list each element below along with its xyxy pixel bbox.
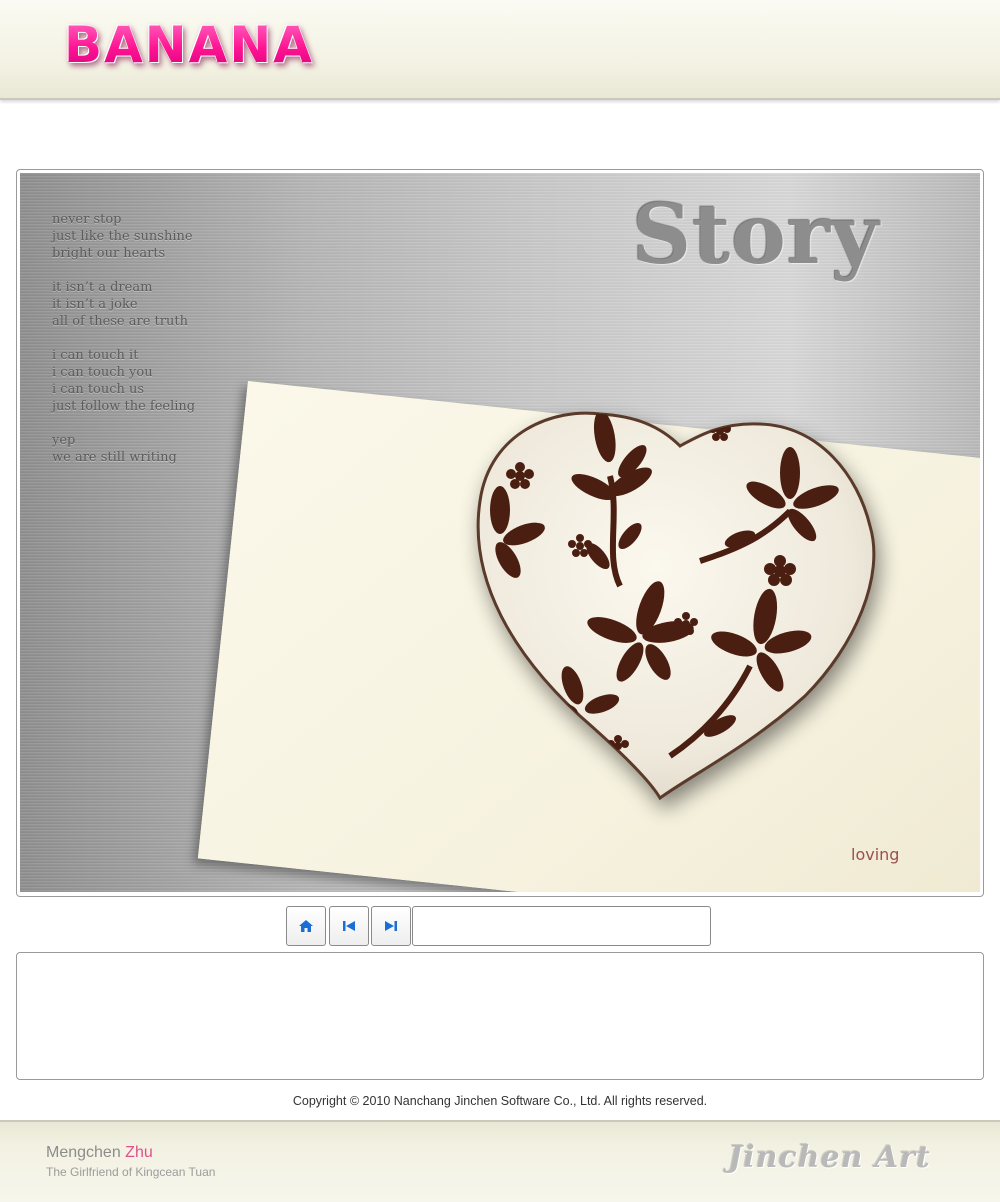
next-button[interactable]	[371, 906, 411, 946]
heart-cake-image	[460, 406, 880, 806]
footer-bar: Mengchen Zhu The Girlfriend of Kingcean …	[0, 1120, 1000, 1202]
slide-caption-field[interactable]	[412, 906, 711, 946]
poem-line: it isn’t a joke	[52, 297, 138, 312]
poem-line: it isn’t a dream	[52, 280, 153, 295]
home-button[interactable]	[286, 906, 326, 946]
author-last-name: Zhu	[125, 1144, 153, 1161]
skip-previous-icon	[343, 921, 355, 931]
slideshow-stage: never stop just like the sunshine bright…	[20, 173, 980, 892]
poem-stanza: it isn’t a dream it isn’t a joke all of …	[52, 279, 292, 330]
poem-line: bright our hearts	[52, 246, 166, 261]
slide-description-panel	[16, 952, 984, 1080]
previous-button[interactable]	[329, 906, 369, 946]
skip-next-icon	[385, 921, 397, 931]
home-icon	[299, 920, 313, 932]
heart-cake-illustration	[476, 411, 876, 801]
photo-caption: loving	[851, 845, 900, 864]
site-logo[interactable]: BANANA	[64, 16, 314, 74]
author-tagline: The Girlfriend of Kingcean Tuan	[46, 1165, 216, 1179]
author-name: Mengchen Zhu	[46, 1144, 153, 1162]
poem-line: all of these are truth	[52, 314, 188, 329]
poem-line: i can touch you	[52, 365, 153, 380]
brand-logo[interactable]: Jinchen Art	[728, 1140, 931, 1175]
poem-line: just like the sunshine	[52, 229, 193, 244]
poem-line: i can touch it	[52, 348, 139, 363]
poem-line: never stop	[52, 212, 122, 227]
copyright-text: Copyright © 2010 Nanchang Jinchen Softwa…	[292, 1094, 708, 1108]
author-first-name: Mengchen	[46, 1144, 121, 1161]
header-bar: BANANA	[0, 0, 1000, 100]
story-title: Story	[632, 187, 880, 283]
poem-stanza: never stop just like the sunshine bright…	[52, 211, 292, 262]
